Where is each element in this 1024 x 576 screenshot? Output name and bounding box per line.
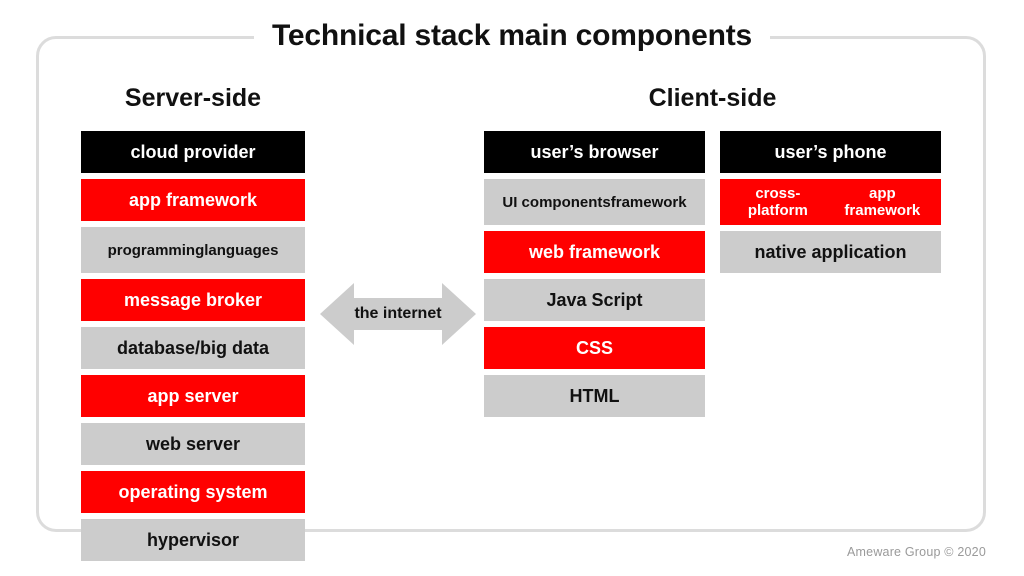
stack-box: web framework [484, 231, 705, 273]
stack-box: operating system [81, 471, 305, 513]
stack-box: cross-platform app framework [720, 179, 941, 225]
stack-box-label: cross-platform [747, 185, 808, 219]
stack-box-label: native application [754, 242, 907, 262]
stack-box-label-line2: languages [204, 241, 279, 259]
stack-box-label: app server [147, 386, 239, 406]
stack-box: CSS [484, 327, 705, 369]
stack-box: native application [720, 231, 941, 273]
stack-column-browser: user’s browser UI components framework web … [484, 131, 705, 417]
stack-box-label: app framework [128, 190, 258, 210]
stack-box: UI components framework [484, 179, 705, 225]
stack-column-phone: user’s phone cross-platform app framework n… [720, 131, 941, 273]
stack-box: user’s browser [484, 131, 705, 173]
stack-box-label: hypervisor [146, 530, 240, 550]
stack-box-label: programming [107, 241, 205, 259]
stack-box: cloud provider [81, 131, 305, 173]
footer-copyright: Ameware Group © 2020 [847, 545, 986, 559]
internet-connector: the internet [320, 283, 476, 345]
stack-box-label: web framework [528, 242, 661, 262]
stack-box-label: database/big data [116, 338, 270, 358]
internet-connector-label: the internet [354, 305, 442, 322]
stack-box-label: user’s phone [774, 142, 887, 162]
page-title-text: Technical stack main components [253, 16, 771, 56]
page-title: Technical stack main components [0, 16, 1024, 56]
stack-box: user’s phone [720, 131, 941, 173]
stack-box-label: user’s browser [530, 142, 659, 162]
stack-box: hypervisor [81, 519, 305, 561]
stack-box: programming languages [81, 227, 305, 273]
stack-box: app framework [81, 179, 305, 221]
stack-box-label: UI components [502, 193, 611, 211]
stack-column-server: cloud provider app framework programming la… [81, 131, 305, 561]
stack-box: Java Script [484, 279, 705, 321]
stack-box-label-line2: app framework [844, 185, 921, 219]
stack-box: app server [81, 375, 305, 417]
stack-box-label: operating system [118, 482, 268, 502]
stack-box-label: message broker [123, 290, 263, 310]
stack-box-label: HTML [569, 386, 620, 406]
stack-box: message broker [81, 279, 305, 321]
stack-box-label: cloud provider [130, 142, 256, 162]
stack-box-label-line2: framework [610, 193, 687, 211]
section-heading-server-side: Server-side [124, 84, 262, 112]
stack-box: database/big data [81, 327, 305, 369]
stack-box-label: CSS [575, 338, 613, 358]
section-heading-client-side: Client-side [648, 84, 777, 112]
stack-box: web server [81, 423, 305, 465]
stack-box: HTML [484, 375, 705, 417]
stack-box-label: web server [145, 434, 241, 454]
stack-box-label: Java Script [546, 290, 643, 310]
